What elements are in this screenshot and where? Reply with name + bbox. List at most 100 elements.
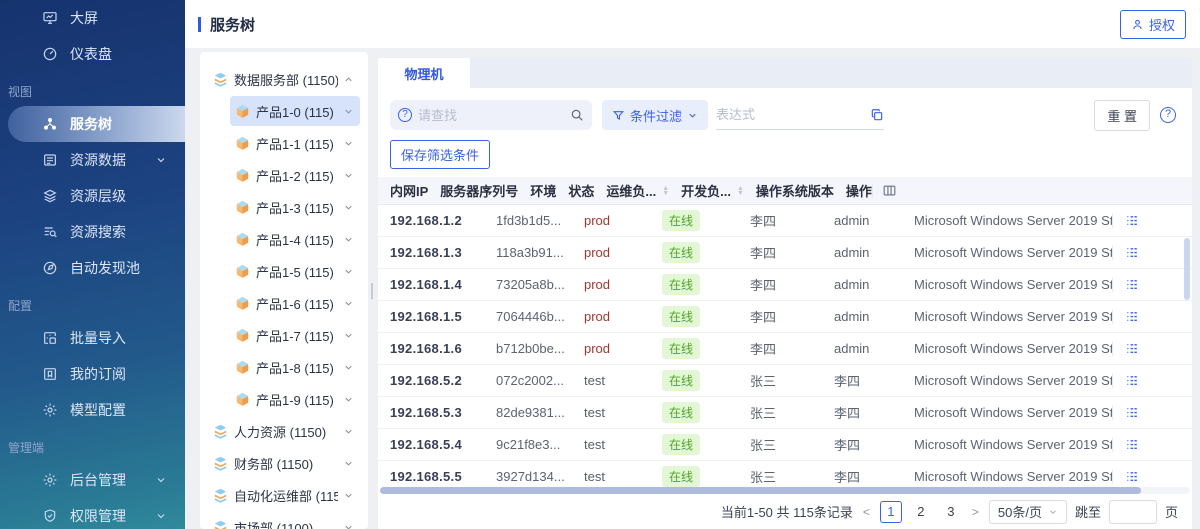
tree-node[interactable]: 产品1-3 (115) [230, 192, 360, 222]
sidebar-item[interactable]: 模型配置 [0, 392, 185, 428]
tree-node-chevron-icon[interactable] [343, 74, 354, 85]
tree-node-chevron-icon[interactable] [343, 266, 354, 277]
horizontal-scrollbar-thumb[interactable] [380, 487, 1141, 494]
tree-node[interactable]: 产品1-7 (115) [230, 320, 360, 350]
table-column-header[interactable]: 环境 ▲▼ [518, 181, 556, 200]
table-column-header[interactable]: 运维负... ▲▼ [594, 181, 669, 200]
row-actions-icon[interactable] [1125, 373, 1140, 388]
tree-node-chevron-icon[interactable] [343, 490, 354, 501]
tree-node-chevron-icon[interactable] [343, 362, 354, 373]
table-row[interactable]: 192.168.1.3 118a3b91... prod 在线 李四 admin… [378, 237, 1192, 269]
sidebar-item[interactable]: 仪表盘 [0, 36, 185, 72]
save-filter-button[interactable]: 保存筛选条件 [390, 140, 490, 169]
table-row[interactable]: 192.168.5.2 072c2002... test 在线 张三 李四 Mi… [378, 365, 1192, 397]
table-row[interactable]: 192.168.5.4 9c21f8e3... test 在线 张三 李四 Mi… [378, 429, 1192, 461]
sidebar-item[interactable]: 管理端 [0, 432, 185, 462]
tree-node[interactable]: 产品1-5 (115) [230, 256, 360, 286]
tree-node-chevron-icon[interactable] [343, 458, 354, 469]
table-column-header[interactable]: 操作系统版本 ▲▼ [744, 181, 834, 200]
sidebar-item[interactable]: 大屏 [0, 0, 185, 36]
row-actions-icon[interactable] [1125, 309, 1140, 324]
tree-node[interactable]: 财务部 (1150) [208, 448, 360, 478]
tree-node-chevron-icon[interactable] [343, 426, 354, 437]
tree-node-chevron-icon[interactable] [343, 394, 354, 405]
tab-physical-machine[interactable]: 物理机 [378, 58, 470, 88]
authorize-label: 授权 [1149, 15, 1175, 34]
table-row[interactable]: 192.168.1.6 b712b0be... prod 在线 李四 admin… [378, 333, 1192, 365]
tree-node[interactable]: 产品1-9 (115) [230, 384, 360, 414]
table-column-header[interactable]: 状态 ▲▼ [556, 181, 594, 200]
tree-node-chevron-icon[interactable] [343, 234, 354, 245]
table-column-header[interactable]: 开发负... ▲▼ [669, 181, 744, 200]
row-actions-icon[interactable] [1125, 213, 1140, 228]
row-actions-icon[interactable] [1125, 469, 1140, 484]
sidebar-item[interactable]: 后台管理 [0, 462, 185, 498]
vertical-scrollbar-thumb[interactable] [1184, 238, 1190, 300]
sidebar-item[interactable]: 权限管理 [0, 498, 185, 529]
condition-filter-button[interactable]: 条件过滤 [602, 100, 708, 130]
sidebar-item[interactable]: 视图 [0, 76, 185, 106]
page-size-select[interactable]: 50条/页 [989, 500, 1067, 524]
table-row[interactable]: 192.168.5.3 82de9381... test 在线 张三 李四 Mi… [378, 397, 1192, 429]
tree-node-chevron-icon[interactable] [343, 522, 354, 529]
page-number-button[interactable]: 2 [910, 501, 932, 523]
table-row[interactable]: 192.168.5.5 3927d134... test 在线 张三 李四 Mi… [378, 461, 1192, 487]
table-column-header[interactable]: 操作 ▲▼ [834, 181, 872, 200]
sort-carets-icon[interactable]: ▲▼ [662, 186, 669, 196]
row-actions-icon[interactable] [1125, 341, 1140, 356]
sidebar-item[interactable]: 服务树 [8, 106, 185, 142]
tree-node-chevron-icon[interactable] [343, 298, 354, 309]
expression-input[interactable] [716, 107, 870, 122]
row-actions-icon[interactable] [1125, 405, 1140, 420]
tree-node[interactable]: 产品1-8 (115) [230, 352, 360, 382]
tree-node-chevron-icon[interactable] [343, 202, 354, 213]
jump-page-input[interactable] [1109, 500, 1157, 524]
sidebar-item[interactable]: 自动发现池 [0, 250, 185, 286]
tree-node-chevron-icon[interactable] [343, 106, 354, 117]
tree-node[interactable]: 产品1-0 (115) [230, 96, 360, 126]
table-row[interactable]: 192.168.1.2 1fd3b1d5... prod 在线 李四 admin… [378, 205, 1192, 237]
column-settings-icon[interactable] [882, 183, 897, 198]
reset-button[interactable]: 重 置 [1094, 100, 1150, 131]
tree-node[interactable]: 自动化运维部 (1150) [208, 480, 360, 510]
tree-node[interactable]: 产品1-2 (115) [230, 160, 360, 190]
sidebar-item[interactable]: 我的订阅 [0, 356, 185, 392]
search-box[interactable]: ? [390, 100, 592, 130]
sidebar-item-label: 管理端 [8, 439, 44, 456]
help-icon[interactable]: ? [1160, 107, 1176, 123]
row-actions-icon[interactable] [1125, 437, 1140, 452]
tree-node[interactable]: 产品1-1 (115) [230, 128, 360, 158]
tree-node[interactable]: 产品1-4 (115) [230, 224, 360, 254]
page-number-button[interactable]: 1 [880, 501, 902, 523]
tree-node[interactable]: 数据服务部 (1150) [208, 64, 360, 94]
table-row[interactable]: 192.168.1.4 73205a8b... prod 在线 李四 admin… [378, 269, 1192, 301]
table-column-header[interactable]: 服务器序列号 ▲▼ [428, 181, 518, 200]
sidebar-item[interactable]: 配置 [0, 290, 185, 320]
search-icon[interactable] [570, 108, 584, 122]
prev-page-button[interactable]: < [861, 505, 872, 519]
tree-node-chevron-icon[interactable] [343, 138, 354, 149]
tree-node-chevron-icon[interactable] [343, 170, 354, 181]
authorize-button[interactable]: 授权 [1120, 10, 1186, 39]
sort-carets-icon[interactable]: ▲▼ [737, 186, 744, 196]
copy-icon[interactable] [870, 108, 884, 122]
next-page-button[interactable]: > [970, 505, 981, 519]
sidebar-item[interactable]: 资源搜索 [0, 214, 185, 250]
sidebar-item-icon [42, 260, 58, 276]
row-actions-icon[interactable] [1125, 277, 1140, 292]
row-actions-icon[interactable] [1125, 245, 1140, 260]
panel-resize-handle[interactable] [371, 283, 373, 299]
table-row[interactable]: 192.168.1.5 7064446b... prod 在线 李四 admin… [378, 301, 1192, 333]
sidebar-item[interactable]: 批量导入 [0, 320, 185, 356]
tree-node[interactable]: 市场部 (1100) [208, 512, 360, 529]
sidebar-item[interactable]: 资源数据 [0, 142, 185, 178]
table-column-header[interactable]: 内网IP ▲▼ [378, 181, 428, 200]
tree-node-chevron-icon[interactable] [343, 330, 354, 341]
search-input[interactable] [418, 108, 564, 123]
tree-node-label: 自动化运维部 (1150) [234, 486, 338, 505]
sidebar-item[interactable]: 资源层级 [0, 178, 185, 214]
tree-node[interactable]: 人力资源 (1150) [208, 416, 360, 446]
page-unit-label: 页 [1165, 502, 1178, 521]
page-number-button[interactable]: 3 [940, 501, 962, 523]
tree-node[interactable]: 产品1-6 (115) [230, 288, 360, 318]
